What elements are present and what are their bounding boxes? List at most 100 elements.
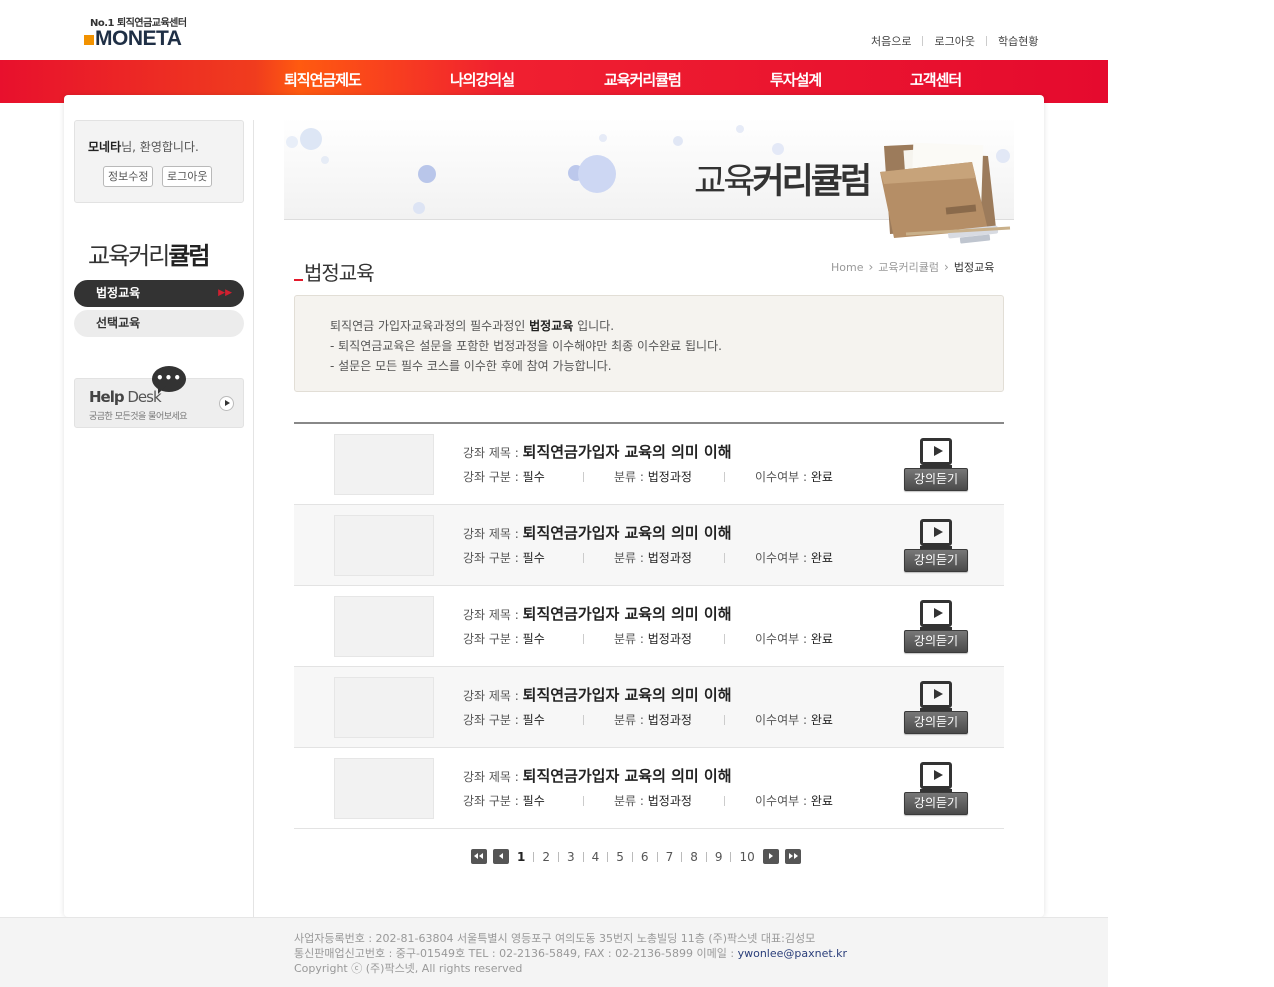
page-number[interactable]: 10 [731, 850, 762, 864]
course-meta: 강좌 구분 : 필수 분류 : 법정과정 이수여부 : 완료 [463, 794, 833, 808]
breadcrumb-home[interactable]: Home [831, 261, 863, 274]
decor-dot [599, 134, 607, 142]
video-play-icon[interactable] [920, 681, 952, 711]
course-title: 강좌 제목 : 퇴직연금가입자 교육의 의미 이해 [463, 686, 732, 704]
title-underline [294, 279, 303, 281]
home-link[interactable]: 처음으로 [860, 33, 922, 49]
page-number[interactable]: 8 [682, 850, 706, 864]
page-number[interactable]: 4 [584, 850, 608, 864]
decor-dot [578, 155, 616, 193]
double-arrow-icon: ▶▶ [218, 288, 232, 298]
first-page-icon[interactable] [471, 849, 487, 864]
logo-square-icon [84, 35, 94, 45]
page-number[interactable]: 2 [534, 850, 558, 864]
helpdesk-subtitle: 궁금한 모든것을 물어보세요 [89, 412, 188, 422]
play-arrow-icon[interactable] [219, 396, 234, 411]
decor-dot [418, 165, 436, 183]
course-thumbnail [334, 758, 434, 819]
nav-curriculum[interactable]: 교육커리큘럼 [604, 69, 682, 90]
course-row: 강좌 제목 : 퇴직연금가입자 교육의 의미 이해강좌 구분 : 필수 분류 : … [294, 586, 1004, 667]
logout-link[interactable]: 로그아웃 [923, 33, 985, 49]
footer: 사업자등록번호 : 202-81-63804 서울특별시 영등포구 여의도동 3… [0, 917, 1108, 987]
bubble-dots: ••• [155, 371, 182, 385]
decor-dot [772, 143, 784, 155]
logo-mark: MONETA [84, 28, 182, 50]
folder-icon [880, 142, 1011, 244]
decor-dot [413, 202, 425, 214]
page-number[interactable]: 3 [559, 850, 583, 864]
course-list: 강좌 제목 : 퇴직연금가입자 교육의 의미 이해강좌 구분 : 필수 분류 : … [294, 422, 1004, 829]
nav-customer-center[interactable]: 고객센터 [910, 69, 962, 90]
sidebar-item-legal-education[interactable]: 법정교육 ▶▶ [74, 280, 244, 307]
footer-email[interactable]: ywonlee@paxnet.kr [738, 947, 847, 960]
footer-business-info: 사업자등록번호 : 202-81-63804 서울특별시 영등포구 여의도동 3… [294, 932, 816, 945]
course-meta: 강좌 구분 : 필수 분류 : 법정과정 이수여부 : 완료 [463, 551, 833, 565]
course-meta: 강좌 구분 : 필수 분류 : 법정과정 이수여부 : 완료 [463, 713, 833, 727]
course-title: 강좌 제목 : 퇴직연금가입자 교육의 의미 이해 [463, 767, 732, 785]
visual-title: 교육커리큘럼 [694, 162, 872, 202]
edit-profile-button[interactable]: 정보수정 [103, 166, 154, 187]
chevron-right-icon: › [868, 260, 874, 274]
login-box: 모네타님, 환영합니다. 정보수정 로그아웃 [74, 120, 244, 203]
next-page-icon[interactable] [762, 849, 779, 864]
prev-page-icon[interactable] [493, 849, 509, 864]
course-thumbnail [334, 677, 434, 738]
decor-dot [736, 125, 744, 133]
notice-line: - 설문은 모든 필수 코스를 이수한 후에 참여 가능합니다. [330, 359, 612, 373]
breadcrumb-curriculum[interactable]: 교육커리큘럼 [878, 259, 939, 275]
decor-dot [286, 136, 298, 148]
nav-my-classroom[interactable]: 나의강의실 [450, 69, 515, 90]
listen-lecture-button[interactable]: 강의듣기 [904, 711, 968, 734]
page-number[interactable]: 6 [633, 850, 657, 864]
listen-lecture-button[interactable]: 강의듣기 [904, 792, 968, 815]
nav-retirement-pension[interactable]: 퇴직연금제도 [284, 69, 362, 90]
speech-bubble-icon: ••• [152, 366, 186, 394]
sidebar-item-elective-education[interactable]: 선택교육 [74, 310, 244, 337]
logout-button[interactable]: 로그아웃 [162, 166, 213, 187]
last-page-icon[interactable] [784, 849, 801, 864]
pagination: 1 2 3 4 5 6 7 8 9 10 [471, 849, 801, 864]
breadcrumb-current: 법정교육 [953, 261, 995, 274]
video-play-icon[interactable] [920, 762, 952, 792]
video-play-icon[interactable] [920, 519, 952, 549]
sidebar-item-label: 선택교육 [96, 316, 141, 330]
top-utility-nav: 처음으로 로그아웃 학습현황 [860, 33, 1049, 49]
sidebar-divider [253, 120, 254, 917]
welcome-message: 모네타님, 환영합니다. [88, 140, 199, 154]
course-thumbnail [334, 515, 434, 576]
decor-dot [321, 156, 329, 164]
study-status-link[interactable]: 학습현황 [987, 33, 1049, 49]
page-number[interactable]: 9 [707, 850, 731, 864]
page-number[interactable]: 7 [658, 850, 682, 864]
listen-lecture-button[interactable]: 강의듣기 [904, 468, 968, 491]
listen-lecture-button[interactable]: 강의듣기 [904, 549, 968, 572]
footer-contact-info: 통신판매업신고번호 : 중구-01549호 TEL : 02-2136-5849… [294, 947, 848, 960]
course-row: 강좌 제목 : 퇴직연금가입자 교육의 의미 이해강좌 구분 : 필수 분류 : … [294, 505, 1004, 586]
course-title: 강좌 제목 : 퇴직연금가입자 교육의 의미 이해 [463, 443, 732, 461]
course-title: 강좌 제목 : 퇴직연금가입자 교육의 의미 이해 [463, 524, 732, 542]
course-row: 강좌 제목 : 퇴직연금가입자 교육의 의미 이해강좌 구분 : 필수 분류 : … [294, 667, 1004, 748]
page-number[interactable]: 5 [608, 850, 632, 864]
course-title: 강좌 제목 : 퇴직연금가입자 교육의 의미 이해 [463, 605, 732, 623]
footer-copyright: Copyright ⓒ (주)팍스넷, All rights reserved [294, 962, 523, 975]
notice-line: - 퇴직연금교육은 설문을 포함한 법정과정을 이수해야만 최종 이수완료 됩니… [330, 339, 722, 353]
decor-dot [673, 136, 683, 146]
course-row: 강좌 제목 : 퇴직연금가입자 교육의 의미 이해 강좌 구분 : 필수 분류 : … [294, 424, 1004, 505]
breadcrumb: Home › 교육커리큘럼 › 법정교육 [831, 259, 994, 275]
decor-dot [300, 128, 322, 150]
video-play-icon[interactable] [920, 438, 952, 468]
chevron-right-icon: › [944, 260, 949, 274]
page-number[interactable]: 1 [509, 850, 533, 864]
video-play-icon[interactable] [920, 600, 952, 630]
helpdesk-title: Help Desk [89, 388, 162, 406]
nav-investment-plan[interactable]: 투자설계 [770, 69, 822, 90]
course-row: 강좌 제목 : 퇴직연금가입자 교육의 의미 이해강좌 구분 : 필수 분류 : … [294, 748, 1004, 829]
page-title: 법정교육 [294, 257, 375, 286]
logo[interactable]: No.1 퇴직연금교육센터 MONETA [84, 14, 204, 50]
notice-line: 퇴직연금 가입자교육과정의 필수과정인 법정교육 입니다. [330, 319, 615, 333]
sidebar-title: 교육커리큘럼 [88, 242, 211, 270]
sidebar-item-label: 법정교육 [96, 286, 141, 300]
course-thumbnail [334, 434, 434, 495]
listen-lecture-button[interactable]: 강의듣기 [904, 630, 968, 653]
course-meta: 강좌 구분 : 필수 분류 : 법정과정 이수여부 : 완료 [463, 632, 833, 646]
